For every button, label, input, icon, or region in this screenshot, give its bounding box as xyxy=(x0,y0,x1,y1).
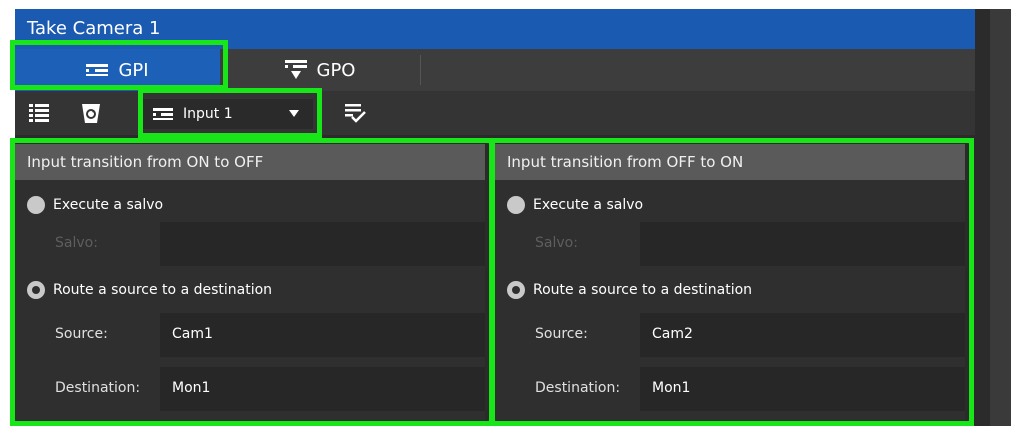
execute-salvo-label: Execute a salvo xyxy=(53,197,164,213)
title-bar: Take Camera 1 xyxy=(15,9,975,49)
radio-unchecked-icon xyxy=(507,196,525,214)
side-strip xyxy=(990,9,1011,426)
destination-field[interactable]: Mon1 xyxy=(640,367,965,411)
salvo-field xyxy=(160,222,485,266)
panel-header: Input transition from OFF to ON xyxy=(495,144,965,180)
chevron-down-icon xyxy=(289,110,299,117)
radio-checked-icon xyxy=(507,281,525,299)
execute-salvo-label: Execute a salvo xyxy=(533,197,644,213)
execute-salvo-radio[interactable]: Execute a salvo xyxy=(27,196,163,214)
route-source-radio[interactable]: Route a source to a destination xyxy=(27,281,272,299)
window-title: Take Camera 1 xyxy=(27,18,161,39)
destination-field[interactable]: Mon1 xyxy=(160,367,485,411)
transition-panel-off-to-on: Input transition from OFF to ON Execute … xyxy=(495,144,965,426)
salvo-field xyxy=(640,222,965,266)
salvo-label: Salvo: xyxy=(535,235,578,251)
input-select-value: Input 1 xyxy=(183,106,233,122)
gpi-icon xyxy=(153,108,173,120)
destination-label: Destination: xyxy=(55,380,141,396)
gpi-icon xyxy=(86,64,109,76)
list-icon xyxy=(29,104,49,122)
route-source-label: Route a source to a destination xyxy=(533,282,753,298)
source-field[interactable]: Cam1 xyxy=(160,313,485,357)
tab-bar: GPI GPO xyxy=(15,49,975,91)
route-source-radio[interactable]: Route a source to a destination xyxy=(507,281,752,299)
source-value: Cam1 xyxy=(172,326,213,342)
panel-header: Input transition from ON to OFF xyxy=(15,144,485,180)
tab-divider xyxy=(420,55,421,85)
source-value: Cam2 xyxy=(652,326,693,342)
gpo-icon xyxy=(284,60,307,79)
source-label: Source: xyxy=(535,326,588,342)
apply-check-icon xyxy=(345,104,366,123)
toolbar: Input 1 xyxy=(15,91,975,135)
tab-gpo[interactable]: GPO xyxy=(220,49,420,91)
transition-panel-on-to-off: Input transition from ON to OFF Execute … xyxy=(15,144,485,426)
app-window: Take Camera 1 GPI GPO Input 1 Input tran… xyxy=(15,9,1011,426)
panel-title: Input transition from ON to OFF xyxy=(27,153,264,171)
destination-label: Destination: xyxy=(535,380,621,396)
destination-value: Mon1 xyxy=(172,380,211,396)
clear-button[interactable] xyxy=(77,99,105,127)
tab-gpo-label: GPO xyxy=(316,59,356,81)
apply-button[interactable] xyxy=(341,99,369,127)
source-label: Source: xyxy=(55,326,108,342)
route-source-label: Route a source to a destination xyxy=(53,282,273,298)
salvo-label: Salvo: xyxy=(55,235,98,251)
source-field[interactable]: Cam2 xyxy=(640,313,965,357)
destination-value: Mon1 xyxy=(652,380,691,396)
radio-unchecked-icon xyxy=(27,196,45,214)
tab-gpi[interactable]: GPI xyxy=(15,49,220,91)
input-select[interactable]: Input 1 xyxy=(143,99,313,129)
radio-checked-icon xyxy=(27,281,45,299)
panel-title: Input transition from OFF to ON xyxy=(507,153,744,171)
execute-salvo-radio[interactable]: Execute a salvo xyxy=(507,196,643,214)
list-button[interactable] xyxy=(25,99,53,127)
bucket-icon xyxy=(82,104,100,123)
tab-gpi-label: GPI xyxy=(118,59,149,81)
